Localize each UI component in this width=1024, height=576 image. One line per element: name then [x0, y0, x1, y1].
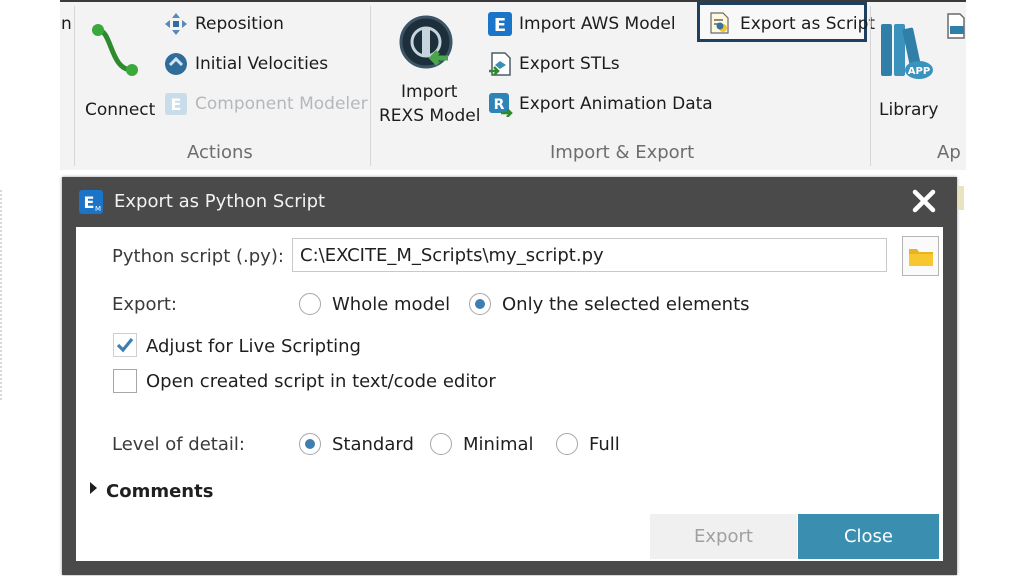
adjust-live-scripting-checkbox[interactable]: [113, 333, 137, 357]
export-animation-icon: R: [489, 93, 513, 117]
initial-velocities-label: Initial Velocities: [195, 54, 329, 74]
python-script-label: Python script (.py):: [112, 246, 284, 267]
svg-text:R: R: [494, 97, 505, 113]
radio-minimal[interactable]: [430, 433, 452, 455]
app-document-icon[interactable]: [946, 12, 966, 40]
svg-text:E: E: [171, 95, 182, 114]
checkmark-icon: [116, 337, 134, 353]
import-aws-icon: E: [488, 12, 512, 36]
python-script-input[interactable]: C:\EXCITE_M_Scripts\my_script.py: [292, 238, 887, 272]
radio-full[interactable]: [556, 433, 578, 455]
background-edge-icon: [958, 186, 964, 210]
radio-standard-label: Standard: [332, 434, 414, 455]
radio-whole-model-label: Whole model: [332, 294, 451, 315]
export-scope-label: Export:: [112, 294, 177, 315]
open-editor-label: Open created script in text/code editor: [146, 371, 496, 392]
radio-whole-model[interactable]: [299, 293, 321, 315]
import-aws-label: Import AWS Model: [519, 14, 676, 34]
reposition-button[interactable]: Reposition: [162, 10, 302, 38]
adjust-live-scripting-label: Adjust for Live Scripting: [146, 336, 361, 357]
radio-full-label: Full: [589, 434, 620, 455]
svg-text:E: E: [84, 193, 95, 212]
dialog-title: Export as Python Script: [114, 191, 326, 212]
radio-minimal-label: Minimal: [463, 434, 534, 455]
import-rexs-button[interactable]: Import REXS Model: [376, 10, 480, 130]
ribbon-cut-label: n: [61, 14, 72, 34]
export-stls-button[interactable]: Export STLs: [486, 50, 620, 78]
comments-label: Comments: [106, 481, 214, 502]
export-button[interactable]: Export: [650, 514, 797, 559]
browse-button[interactable]: [902, 236, 939, 276]
export-animation-data-button[interactable]: R Export Animation Data: [486, 90, 713, 118]
apps-group-label: Ap: [937, 142, 961, 163]
close-button[interactable]: Close: [798, 514, 939, 559]
initial-velocities-button[interactable]: Initial Velocities: [162, 50, 332, 78]
export-animation-label: Export Animation Data: [519, 94, 713, 114]
velocity-icon: [165, 53, 187, 75]
app-badge: APP: [908, 66, 930, 77]
export-stls-icon: [489, 52, 511, 76]
ribbon-separator: [370, 6, 371, 166]
comments-expander[interactable]: Comments: [88, 475, 238, 503]
library-label: Library: [879, 100, 939, 120]
svg-text:M: M: [95, 205, 101, 213]
component-modeler-label: Component Modeler: [195, 94, 368, 114]
background-edge: [0, 190, 5, 400]
open-editor-checkbox[interactable]: [113, 369, 137, 393]
python-script-value: C:\EXCITE_M_Scripts\my_script.py: [300, 245, 604, 266]
radio-standard[interactable]: [299, 433, 321, 455]
export-stls-label: Export STLs: [519, 54, 620, 74]
actions-group-label: Actions: [187, 142, 253, 163]
library-button[interactable]: APP Library: [874, 10, 942, 124]
chevron-right-icon: [90, 482, 97, 494]
reposition-icon: [165, 13, 187, 35]
export-as-script-button[interactable]: Export as Script: [697, 2, 875, 42]
connect-icon: [92, 24, 138, 76]
export-as-script-label: Export as Script: [740, 14, 876, 34]
dialog-body: Python script (.py): C:\EXCITE_M_Scripts…: [76, 227, 943, 561]
radio-selected-elements[interactable]: [469, 293, 491, 315]
import-rexs-label-line2: REXS Model: [379, 106, 481, 126]
ribbon-separator: [74, 6, 75, 166]
import-rexs-icon: [399, 15, 453, 69]
dialog-app-icon: E M: [79, 190, 103, 214]
export-script-icon: [710, 12, 729, 34]
library-icon: APP: [881, 24, 933, 79]
reposition-label: Reposition: [195, 14, 284, 34]
close-icon[interactable]: [911, 188, 937, 214]
import-rexs-label-line1: Import: [401, 82, 458, 102]
connect-label: Connect: [85, 100, 156, 120]
ribbon-separator: [870, 6, 871, 166]
folder-icon: [909, 249, 933, 266]
component-modeler-icon: E: [165, 93, 187, 115]
radio-selected-elements-label: Only the selected elements: [502, 294, 750, 315]
component-modeler-button[interactable]: E Component Modeler: [162, 90, 368, 118]
import-export-group-label: Import & Export: [550, 142, 695, 163]
import-aws-button[interactable]: E Import AWS Model: [486, 10, 676, 38]
level-of-detail-label: Level of detail:: [112, 434, 245, 455]
svg-text:E: E: [494, 15, 506, 36]
connect-button[interactable]: Connect: [80, 10, 156, 124]
export-python-dialog: E M Export as Python Script Python scrip…: [62, 177, 957, 575]
